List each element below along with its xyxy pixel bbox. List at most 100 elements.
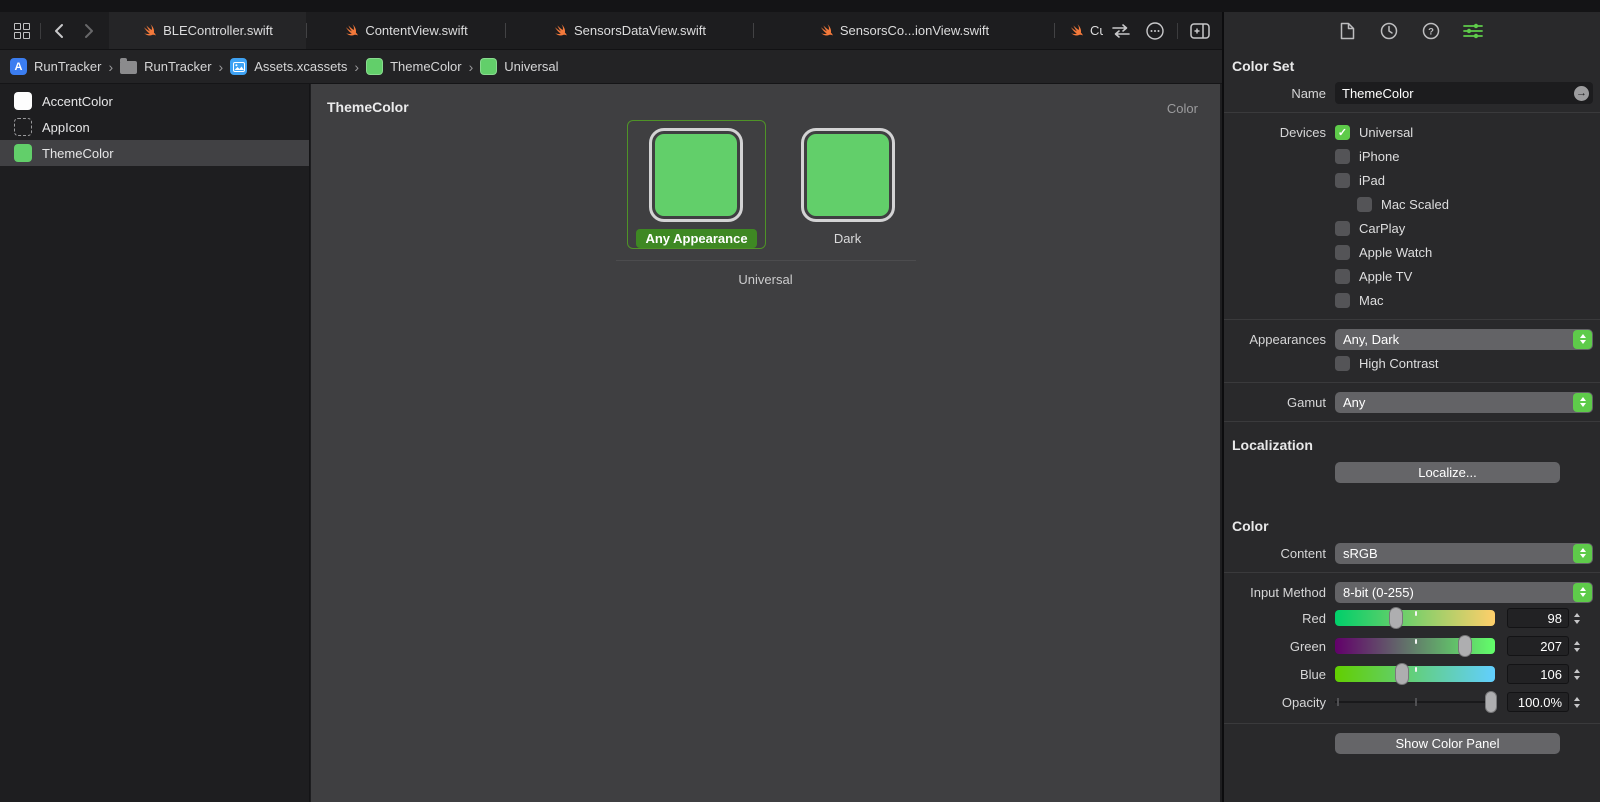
chevron-right-icon: › <box>108 58 114 75</box>
checkbox-icon[interactable] <box>1335 244 1350 260</box>
appearances-dropdown[interactable]: Any, Dark <box>1335 328 1593 350</box>
sidebar-item-themecolor[interactable]: ThemeColor <box>0 140 309 166</box>
content-label: Content <box>1280 545 1326 561</box>
tab-sensorsdataview[interactable]: SensorsDataView.swift <box>506 12 753 49</box>
checkbox-label: Apple Watch <box>1359 244 1433 260</box>
checkbox-label: High Contrast <box>1359 355 1439 371</box>
breadcrumb-assets[interactable]: Assets.xcassets <box>230 58 347 75</box>
appicon-placeholder-icon <box>14 118 32 136</box>
checkbox-apple-watch[interactable]: Apple Watch <box>1335 240 1432 264</box>
slider-thumb[interactable] <box>1485 691 1497 713</box>
content-row: Content sRGB <box>1224 541 1600 565</box>
blue-slider[interactable] <box>1335 663 1495 685</box>
checkbox-carplay[interactable]: CarPlay <box>1335 216 1405 240</box>
green-label: Green <box>1289 638 1326 654</box>
attributes-inspector-icon[interactable] <box>1462 20 1484 42</box>
red-slider-row: Red 98 <box>1224 604 1600 632</box>
canvas-type-label: Color <box>1166 101 1198 116</box>
back-button[interactable] <box>47 19 71 43</box>
green-value-field[interactable]: 207 <box>1507 636 1569 656</box>
checkbox-iphone[interactable]: iPhone <box>1335 144 1399 168</box>
help-inspector-icon[interactable]: ? <box>1420 20 1442 42</box>
tab-sensorsconnectionview[interactable]: SensorsCo...ionView.swift <box>754 12 1054 49</box>
tab-label: Cus <box>1090 23 1103 38</box>
checkbox-universal[interactable]: ✓ Universal <box>1335 120 1413 144</box>
file-inspector-icon[interactable] <box>1336 20 1358 42</box>
checkbox-label: iPhone <box>1359 148 1400 164</box>
group-divider <box>615 260 916 261</box>
breadcrumb-label: Assets.xcassets <box>254 59 348 74</box>
breadcrumb-label: Universal <box>504 59 559 74</box>
red-value-field[interactable]: 98 <box>1507 608 1569 628</box>
breadcrumb-folder[interactable]: RunTracker <box>120 58 212 74</box>
green-slider-row: Green 207 <box>1224 632 1600 660</box>
tab-blecontroller[interactable]: BLEController.swift <box>109 12 306 49</box>
arrow-right-icon[interactable]: → <box>1574 85 1589 101</box>
tab-contentview[interactable]: ContentView.swift <box>307 12 505 49</box>
checkbox-icon[interactable] <box>1357 196 1372 212</box>
sidebar-item-accentcolor[interactable]: AccentColor <box>0 88 309 114</box>
tab-label: SensorsCo...ionView.swift <box>839 23 990 38</box>
checkbox-icon[interactable] <box>1335 268 1350 284</box>
slider-track[interactable] <box>1335 610 1495 626</box>
blue-slider-row: Blue 106 <box>1224 660 1600 688</box>
checkbox-apple-tv[interactable]: Apple TV <box>1335 264 1412 288</box>
green-slider[interactable] <box>1335 635 1495 657</box>
section-title-color: Color <box>1232 518 1269 534</box>
editor-options-icon[interactable] <box>1143 19 1167 43</box>
color-swatch <box>806 134 889 216</box>
variant-dark[interactable]: Dark <box>792 120 904 254</box>
stepper-icon[interactable] <box>1574 640 1580 652</box>
checkbox-mac-scaled[interactable]: Mac Scaled <box>1357 192 1449 216</box>
sidebar-item-label: AppIcon <box>42 119 90 135</box>
gamut-dropdown[interactable]: Any <box>1335 391 1593 413</box>
breadcrumb-themecolor[interactable]: ThemeColor <box>366 58 462 75</box>
slider-thumb[interactable] <box>1389 607 1404 629</box>
slider-thumb[interactable] <box>1457 635 1472 657</box>
project-icon: A <box>10 58 27 75</box>
input-method-dropdown[interactable]: 8-bit (0-255) <box>1335 581 1593 603</box>
breadcrumb-universal[interactable]: Universal <box>480 58 558 75</box>
tab-overview-icon[interactable] <box>10 19 34 43</box>
devices-row-iphone: iPhone <box>1224 144 1600 168</box>
checkbox-label: CarPlay <box>1359 220 1406 236</box>
checkbox-mac[interactable]: Mac <box>1335 288 1384 312</box>
stepper-icon[interactable] <box>1574 612 1580 624</box>
content-dropdown[interactable]: sRGB <box>1335 542 1593 564</box>
checkbox-icon[interactable] <box>1335 220 1350 236</box>
slider-thumb[interactable] <box>1394 663 1409 685</box>
history-inspector-icon[interactable] <box>1378 20 1400 42</box>
add-editor-icon[interactable] <box>1188 19 1212 43</box>
blue-label: Blue <box>1299 666 1326 682</box>
red-slider[interactable] <box>1335 607 1495 629</box>
checkbox-high-contrast[interactable]: High Contrast <box>1335 351 1438 375</box>
blue-value-field[interactable]: 106 <box>1507 664 1569 684</box>
slider-tick <box>1415 698 1417 706</box>
variant-any-appearance[interactable]: Any Appearance <box>627 120 766 249</box>
variant-label: Dark <box>833 231 862 246</box>
breadcrumb-label: RunTracker <box>34 59 102 74</box>
opacity-value-field[interactable]: 100.0% <box>1507 692 1569 712</box>
stepper-icon[interactable] <box>1574 696 1580 708</box>
tab-label: ContentView.swift <box>365 23 468 38</box>
checkbox-icon[interactable] <box>1335 355 1350 371</box>
checkbox-icon[interactable] <box>1335 172 1350 188</box>
checkbox-icon[interactable] <box>1335 292 1350 308</box>
forward-button[interactable] <box>77 19 101 43</box>
name-field[interactable]: ThemeColor → <box>1335 82 1593 104</box>
breadcrumb-project[interactable]: A RunTracker <box>10 58 101 75</box>
show-color-panel-button[interactable]: Show Color Panel <box>1335 732 1560 754</box>
devices-row-mac-scaled: Mac Scaled <box>1224 192 1600 216</box>
checkbox-ipad[interactable]: iPad <box>1335 168 1385 192</box>
checkbox-icon[interactable] <box>1335 148 1350 164</box>
tab-truncated[interactable]: Cus <box>1055 12 1103 49</box>
code-review-icon[interactable] <box>1109 19 1133 43</box>
slider-tick <box>1337 698 1339 706</box>
localize-button[interactable]: Localize... <box>1335 461 1560 483</box>
opacity-slider[interactable] <box>1335 691 1497 713</box>
breadcrumb: A RunTracker › RunTracker › Assets.xcass… <box>0 50 1222 84</box>
sidebar-item-appicon[interactable]: AppIcon <box>0 114 309 140</box>
stepper-icon[interactable] <box>1574 668 1580 680</box>
slider-track[interactable] <box>1335 666 1495 682</box>
checkbox-icon[interactable]: ✓ <box>1335 124 1350 140</box>
